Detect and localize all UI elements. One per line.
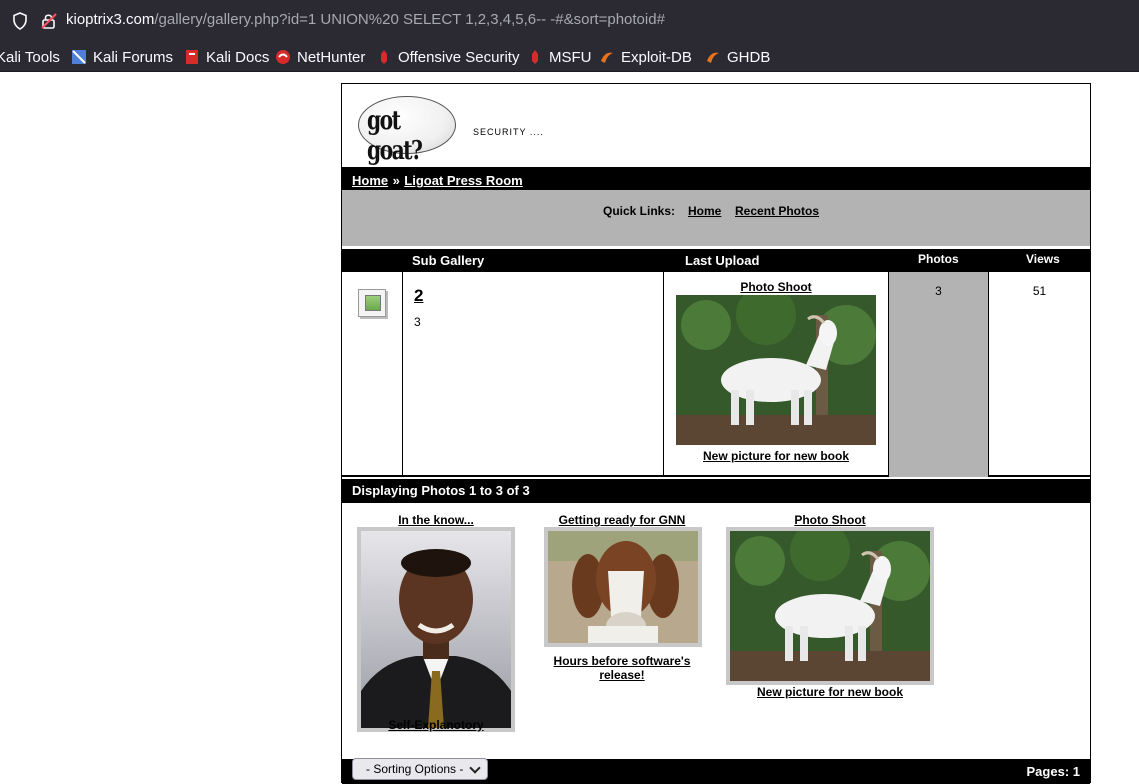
views-count: 51 bbox=[1032, 284, 1047, 298]
white-goat-photo bbox=[730, 531, 930, 681]
quick-link-home[interactable]: Home bbox=[688, 204, 721, 218]
photo-caption-link[interactable]: Self-Explanotory bbox=[357, 718, 515, 732]
kali-forums-icon bbox=[72, 50, 86, 64]
gallery-table-header: Sub Gallery Last Upload Photos Views bbox=[342, 249, 1090, 272]
bookmark-kali-tools[interactable]: Kali Tools bbox=[0, 47, 60, 67]
photo-thumb: In the know... Self-Explanotory bbox=[357, 513, 515, 749]
url-path: /gallery/gallery.php?id=1 UNION%20 SELEC… bbox=[154, 11, 665, 28]
breadcrumb-current-link[interactable]: Ligoat Press Room bbox=[404, 173, 522, 188]
insecure-lock-icon[interactable] bbox=[40, 12, 58, 30]
quick-link-recent-photos[interactable]: Recent Photos bbox=[735, 204, 819, 218]
photo-caption-link[interactable]: Hours before software's bbox=[542, 654, 702, 668]
photo-image[interactable] bbox=[544, 527, 702, 647]
bookmark-nethunter[interactable]: NetHunter bbox=[275, 47, 365, 67]
breadcrumb: Home » Ligoat Press Room bbox=[342, 165, 1090, 190]
msfu-icon bbox=[532, 50, 538, 64]
photo-title-link[interactable]: Getting ready for GNN bbox=[542, 513, 702, 527]
offensive-security-icon bbox=[381, 50, 387, 64]
table-row: 2 3 Photo Shoot New picture for new book… bbox=[342, 272, 1090, 477]
url-text[interactable]: kioptrix3.com/gallery/gallery.php?id=1 U… bbox=[66, 11, 665, 28]
exploit-db-icon bbox=[601, 52, 613, 63]
url-host: kioptrix3.com bbox=[66, 11, 155, 28]
bookmark-exploit-db[interactable]: Exploit-DB bbox=[599, 47, 692, 67]
photos-count-cell: 3 bbox=[888, 272, 989, 477]
portrait-photo bbox=[361, 531, 511, 728]
sub-gallery-link[interactable]: 2 bbox=[414, 286, 423, 306]
gallery-footer-bar: - Sorting Options - Pages: 1 bbox=[342, 758, 1090, 784]
photo-thumb: Getting ready for GNN Hours before softw… bbox=[542, 513, 702, 682]
gallery-image-icon[interactable] bbox=[358, 289, 386, 317]
header-photos: Photos bbox=[918, 252, 959, 266]
sub-gallery-count: 3 bbox=[414, 315, 421, 329]
last-upload-cell: Photo Shoot New picture for new book bbox=[664, 272, 888, 477]
display-status-text: Displaying Photos 1 to 3 of 3 bbox=[352, 483, 530, 498]
photo-image[interactable] bbox=[726, 527, 934, 685]
photo-caption-link-line2[interactable]: release! bbox=[542, 668, 702, 682]
goat-closeup-photo bbox=[548, 531, 698, 643]
bookmark-kali-forums[interactable]: Kali Forums bbox=[71, 47, 173, 67]
breadcrumb-home-link[interactable]: Home bbox=[352, 173, 388, 188]
got-goat-logo[interactable]: got goat? bbox=[358, 96, 456, 166]
bookmark-kali-docs[interactable]: Kali Docs bbox=[184, 47, 269, 67]
photo-caption-link[interactable]: New picture for new book bbox=[726, 685, 934, 699]
chevron-down-icon bbox=[469, 762, 481, 774]
photo-title-link[interactable]: In the know... bbox=[357, 513, 515, 527]
bookmark-offensive-security[interactable]: Offensive Security bbox=[376, 47, 519, 67]
header-sub-gallery: Sub Gallery bbox=[412, 253, 485, 268]
gallery-page: got goat? SECURITY .... Home » Ligoat Pr… bbox=[341, 83, 1091, 784]
last-upload-caption-link[interactable]: New picture for new book bbox=[664, 449, 888, 463]
last-upload-title-link[interactable]: Photo Shoot bbox=[664, 280, 888, 294]
sorting-options-select[interactable]: - Sorting Options - bbox=[352, 758, 488, 780]
pagination-label: Pages: 1 bbox=[1026, 764, 1080, 779]
views-count-cell: 51 bbox=[989, 272, 1090, 477]
address-bar[interactable]: kioptrix3.com/gallery/gallery.php?id=1 U… bbox=[0, 0, 1139, 42]
header-views: Views bbox=[1026, 252, 1060, 266]
display-status-bar: Displaying Photos 1 to 3 of 3 bbox=[342, 479, 1090, 503]
quick-links-label: Quick Links: bbox=[603, 204, 676, 218]
bookmark-ghdb[interactable]: GHDB bbox=[705, 47, 770, 67]
kali-docs-icon bbox=[186, 50, 198, 64]
sub-gallery-name-cell: 2 3 bbox=[403, 272, 664, 477]
photo-thumb: Photo Shoot New picture for new book bbox=[726, 513, 934, 699]
sub-gallery-icon-cell bbox=[342, 272, 403, 477]
shield-icon[interactable] bbox=[12, 12, 28, 30]
quick-links-bar: Quick Links: Home Recent Photos bbox=[342, 190, 1090, 246]
site-tagline: SECURITY .... bbox=[473, 127, 544, 137]
header-last-upload: Last Upload bbox=[685, 253, 760, 268]
photos-count: 3 bbox=[935, 284, 942, 298]
bookmarks-toolbar: Kali Tools Kali Forums Kali Docs NetHunt… bbox=[0, 42, 1139, 72]
ghdb-icon bbox=[707, 52, 719, 63]
breadcrumb-separator: » bbox=[392, 173, 400, 188]
nethunter-icon bbox=[276, 50, 290, 64]
bookmark-msfu[interactable]: MSFU bbox=[527, 47, 592, 67]
last-upload-image[interactable] bbox=[676, 295, 876, 445]
photo-title-link[interactable]: Photo Shoot bbox=[726, 513, 934, 527]
photo-image[interactable] bbox=[357, 527, 515, 732]
